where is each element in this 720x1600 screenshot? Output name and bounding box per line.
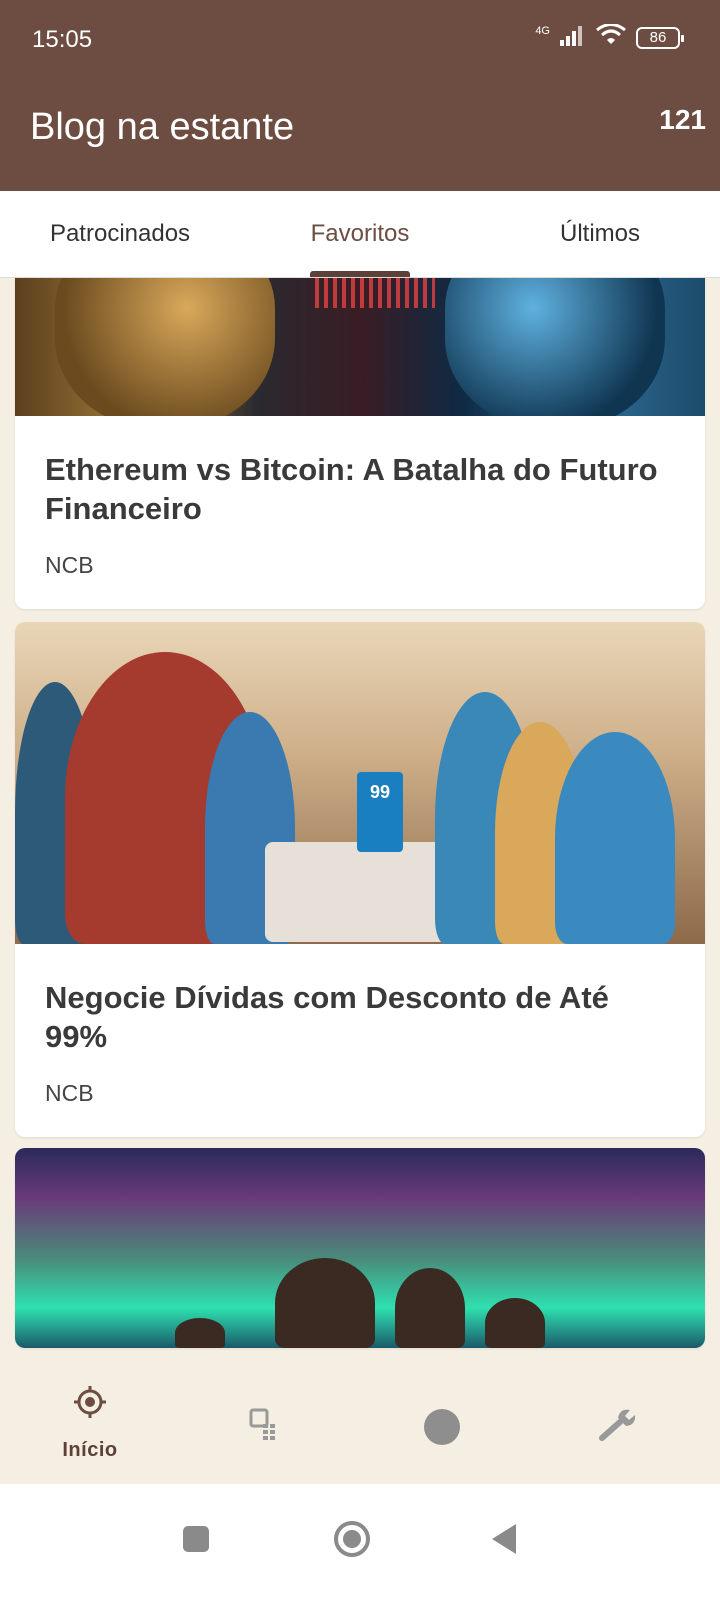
network-type-label: 4G — [535, 24, 550, 37]
signal-icon — [560, 24, 586, 51]
article-card[interactable] — [15, 1148, 705, 1348]
calendar-grid-icon — [249, 1390, 283, 1447]
recent-apps-button[interactable] — [183, 1526, 209, 1557]
target-icon — [72, 1368, 108, 1425]
article-title: Ethereum vs Bitcoin: A Batalha do Futuro… — [45, 452, 658, 526]
nav-label: Início — [62, 1439, 118, 1461]
counter-badge: 121 — [659, 104, 706, 135]
tab-bar: Patrocinados Favoritos Últimos — [0, 191, 720, 278]
back-button[interactable] — [492, 1524, 518, 1559]
article-title: Negocie Dívidas com Desconto de Até 99% — [45, 980, 609, 1054]
article-source: NCB — [45, 1080, 94, 1106]
home-button[interactable] — [333, 1520, 371, 1563]
article-image: 99 — [15, 622, 705, 944]
article-image — [15, 278, 705, 416]
wrench-icon — [598, 1390, 638, 1447]
image-sign-text: 99 — [357, 772, 403, 852]
tab-patrocinados[interactable]: Patrocinados — [0, 191, 240, 277]
nav-calendar[interactable] — [176, 1368, 356, 1484]
article-image — [15, 1148, 705, 1348]
tab-ultimos[interactable]: Últimos — [480, 191, 720, 277]
battery-icon: 86 — [636, 26, 684, 49]
article-feed[interactable]: Ethereum vs Bitcoin: A Batalha do Futuro… — [0, 278, 720, 1368]
status-icons: 4G 86 — [535, 23, 684, 51]
tab-favoritos[interactable]: Favoritos — [240, 191, 480, 277]
circle-icon — [423, 1392, 461, 1451]
article-source: NCB — [45, 552, 94, 578]
status-bar: 15:05 4G 86 — [0, 0, 720, 80]
bottom-nav: Início — [0, 1368, 720, 1484]
nav-inicio[interactable]: Início — [0, 1368, 180, 1484]
status-time: 15:05 — [32, 26, 93, 53]
app-bar: Blog na estante 121 — [0, 80, 720, 191]
system-nav-bar — [0, 1484, 720, 1600]
article-card[interactable]: 99 Negocie Dívidas com Desconto de Até 9… — [15, 622, 705, 1137]
wifi-icon — [596, 23, 626, 51]
nav-settings[interactable] — [528, 1368, 708, 1484]
article-card[interactable]: Ethereum vs Bitcoin: A Batalha do Futuro… — [15, 278, 705, 609]
app-title: Blog na estante — [30, 106, 295, 148]
nav-circle[interactable] — [352, 1368, 532, 1484]
